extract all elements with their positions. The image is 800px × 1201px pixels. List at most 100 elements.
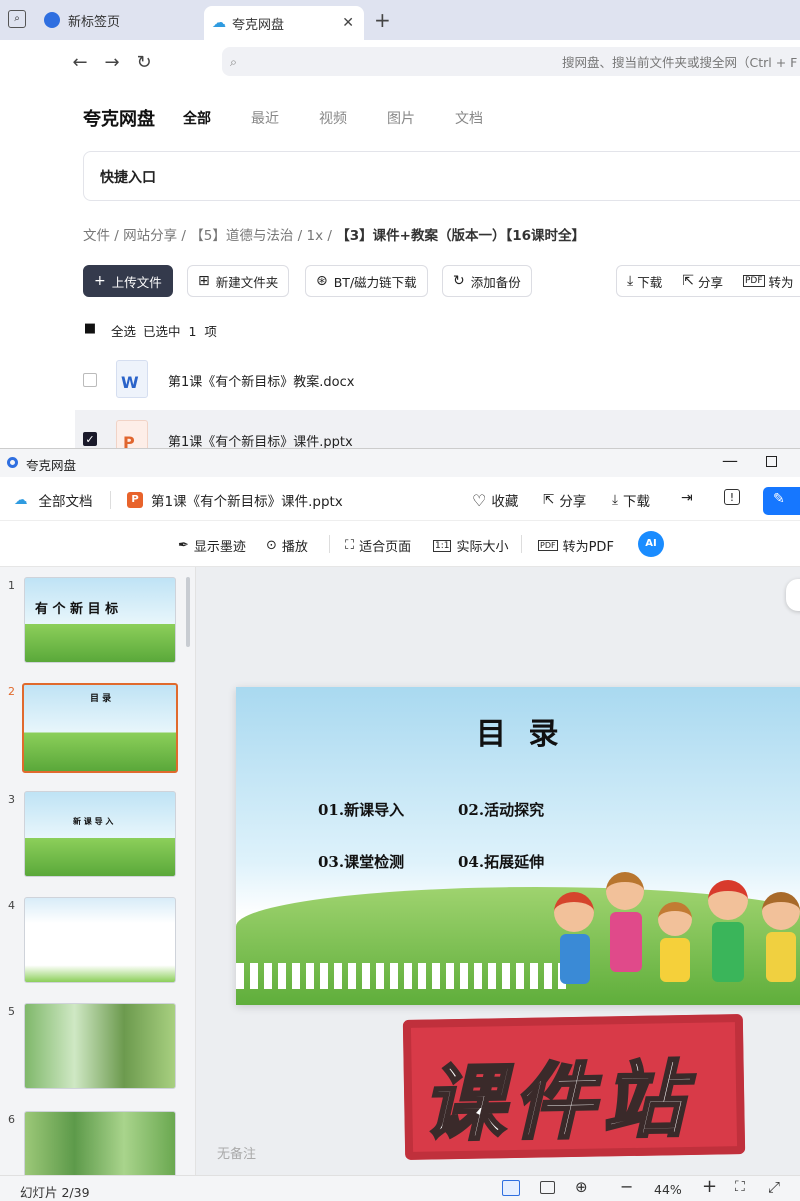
all-docs-button[interactable]: ☁ 全部文档 [14, 490, 93, 510]
actual-size-button[interactable]: 1:1 实际大小 [433, 536, 509, 555]
slide-thumbnail-panel[interactable]: 1 有 个 新 目 标 2 目 录 3 新 课 导 入 4 5 6 [0, 567, 196, 1175]
maximize-button[interactable] [766, 456, 777, 467]
file-checkbox-checked[interactable]: ✓ [83, 432, 97, 446]
download-label: 下载 [637, 274, 663, 290]
zoom-in-button[interactable]: + [702, 1176, 717, 1197]
globe-icon [44, 12, 60, 28]
tab-video[interactable]: 视频 [319, 108, 347, 128]
breadcrumb-item[interactable]: 网站分享 [123, 228, 177, 244]
ai-assistant-button[interactable]: AI [638, 531, 664, 557]
download-icon: ⤓ [612, 492, 618, 508]
kids-illustration [546, 872, 800, 997]
slide-thumbnail-selected[interactable]: 目 录 [22, 683, 178, 773]
tab-docs[interactable]: 文档 [455, 108, 483, 128]
feather-icon: ✒ [178, 538, 189, 553]
tab-search-icon[interactable]: ⌕ [8, 10, 26, 28]
divider [110, 491, 111, 509]
pdf-icon: PDF [742, 275, 765, 287]
grid-view-icon[interactable] [540, 1181, 555, 1194]
collapse-panel-button[interactable] [786, 579, 800, 611]
thumb-number: 6 [8, 1113, 15, 1126]
file-checkbox[interactable] [83, 373, 97, 387]
quick-entry[interactable]: 快捷入口 [83, 151, 800, 201]
quark-logo-icon [7, 457, 18, 468]
bt-download-button[interactable]: ⊛ BT/磁力链下载 [305, 265, 428, 297]
slide-fence [236, 963, 566, 989]
share-label: 分享 [697, 274, 723, 290]
docx-icon: W [116, 360, 148, 398]
close-icon[interactable]: ✕ [342, 15, 354, 31]
thumb-number: 5 [8, 1005, 15, 1018]
breadcrumb-item[interactable]: 1x [307, 228, 324, 244]
slide-thumbnail[interactable] [24, 1003, 176, 1089]
slide-thumbnail[interactable]: 新 课 导 入 [24, 791, 176, 877]
file-name[interactable]: 第1课《有个新目标》教案.docx [168, 371, 354, 390]
slide-thumbnail[interactable]: 有 个 新 目 标 [24, 577, 176, 663]
fullscreen-icon[interactable]: ⤢ [768, 1178, 780, 1196]
viewer-title-bar: 夸克网盘 — [0, 449, 800, 477]
share-icon: ⇱ [543, 492, 555, 508]
favorite-button[interactable]: ♡ 收藏 [472, 490, 519, 511]
upload-label: 上传文件 [111, 274, 162, 290]
slide-thumbnail[interactable] [24, 1111, 176, 1175]
back-button[interactable]: ← [68, 50, 92, 74]
thumb-number: 1 [8, 579, 15, 592]
tab-recent[interactable]: 最近 [251, 108, 279, 128]
download-button[interactable]: ⤓ 下载 [627, 265, 662, 297]
web-view-icon[interactable]: ⊕ [575, 1178, 588, 1196]
document-viewer-window: 夸克网盘 — ☁ 全部文档 P 第1课《有个新目标》课件.pptx ♡ 收藏 ⇱ 分… [0, 448, 800, 1201]
upload-button[interactable]: + 上传文件 [83, 265, 173, 297]
slide-item: 04.拓展延伸 [458, 853, 545, 871]
share-button[interactable]: ⇱ 分享 [682, 265, 723, 297]
new-folder-button[interactable]: ⊞ 新建文件夹 [187, 265, 290, 297]
edit-button[interactable]: ✎ [763, 487, 800, 515]
tab-quark-drive[interactable]: ☁ 夸克网盘 ✕ [204, 6, 364, 40]
show-ink-label: 显示墨迹 [193, 540, 246, 555]
plus-icon: + [94, 273, 106, 289]
favorite-label: 收藏 [491, 494, 519, 510]
open-external-icon[interactable]: ⇥ [681, 490, 693, 506]
fit-page-button[interactable]: ⛶ 适合页面 [345, 536, 411, 555]
share-label: 分享 [559, 494, 587, 510]
file-row[interactable]: W 第1课《有个新目标》教案.docx [75, 350, 800, 410]
pptx-icon: P [127, 492, 143, 508]
zoom-level[interactable]: 44% [654, 1182, 682, 1197]
selected-count: 已选中 1 项 [143, 324, 217, 339]
tab-all[interactable]: 全部 [183, 108, 211, 128]
download-button[interactable]: ⤓ 下载 [612, 490, 650, 510]
minimize-button[interactable]: — [722, 451, 738, 470]
add-backup-button[interactable]: ↻ 添加备份 [442, 265, 532, 297]
thumb-title: 有 个 新 目 标 [35, 602, 119, 617]
file-name-label: 第1课《有个新目标》课件.pptx [151, 494, 343, 510]
slide-view-icon[interactable] [502, 1180, 520, 1196]
select-all-checkbox[interactable]: ■ [83, 322, 97, 336]
feedback-icon[interactable]: ! [724, 489, 740, 505]
search-placeholder: 搜网盘、搜当前文件夹或搜全网（Ctrl + F [562, 55, 798, 70]
breadcrumb-item[interactable]: 【5】道德与法治 [190, 228, 293, 244]
search-input[interactable]: ⌕ 搜网盘、搜当前文件夹或搜全网（Ctrl + F [222, 47, 800, 76]
share-button[interactable]: ⇱ 分享 [543, 490, 586, 510]
new-tab-button[interactable]: + [374, 8, 391, 32]
slide-item: 01.新课导入 [318, 801, 405, 819]
thumb-number: 4 [8, 899, 15, 912]
fit-screen-icon[interactable]: ⛶ [735, 1179, 745, 1195]
zoom-out-button[interactable]: − [620, 1177, 633, 1196]
search-icon: ⌕ [230, 53, 238, 69]
tab-images[interactable]: 图片 [387, 108, 415, 128]
bt-label: BT/磁力链下载 [333, 274, 417, 290]
select-all-label[interactable]: 全选 [111, 321, 136, 340]
breadcrumb-item[interactable]: 文件 [83, 228, 110, 244]
slide-canvas[interactable]: 目 录 01.新课导入 02.活动探究 03.课堂检测 04.拓展延伸 课件站 … [196, 567, 800, 1175]
forward-button[interactable]: → [100, 50, 124, 74]
convert-pdf-button[interactable]: PDF 转为PDF [538, 536, 614, 555]
reload-button[interactable]: ↻ [132, 50, 156, 74]
play-button[interactable]: ⊙ 播放 [266, 536, 308, 555]
slide-counter: 幻灯片 2/39 [20, 1185, 90, 1200]
show-ink-button[interactable]: ✒ 显示墨迹 [178, 536, 246, 555]
tab-new-tab[interactable]: 新标签页 [44, 4, 200, 36]
browser-tab-bar: ⌕ 新标签页 ☁ 夸克网盘 ✕ + [0, 0, 800, 40]
slide-thumbnail[interactable] [24, 897, 176, 983]
thumbnail-scrollbar[interactable] [186, 577, 190, 647]
pdf-icon: PDF [538, 540, 558, 551]
convert-button[interactable]: PDF 转为 [742, 265, 794, 297]
